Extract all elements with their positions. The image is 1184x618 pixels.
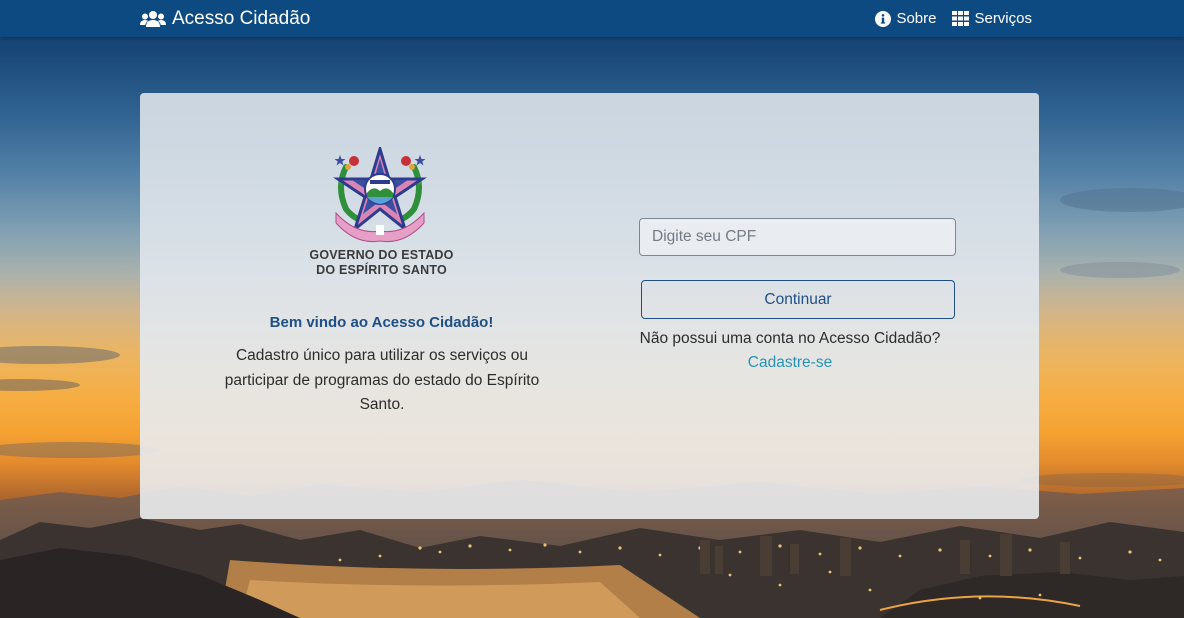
welcome-heading: Bem vindo ao Acesso Cidadão! <box>269 314 494 331</box>
nav-link-label: Sobre <box>896 10 937 27</box>
brand-link[interactable]: Acesso Cidadão <box>140 0 310 37</box>
cpf-input[interactable] <box>639 218 956 256</box>
welcome-description: Cadastro único para utilizar os serviços… <box>224 347 540 413</box>
nav-link-sobre[interactable]: Sobre <box>875 10 936 27</box>
users-icon <box>140 10 166 28</box>
info-circle-icon <box>875 10 892 27</box>
signup-link[interactable]: Cadastre-se <box>620 354 960 372</box>
seal-caption-line2: DO ESPÍRITO SANTO <box>316 263 447 277</box>
top-navbar: Acesso Cidadão Sobre Serviços <box>0 0 1184 37</box>
nav-link-label: Serviços <box>974 10 1032 27</box>
seal-caption: GOVERNO DO ESTADO DO ESPÍRITO SANTO <box>140 248 623 278</box>
nav-links: Sobre Serviços <box>875 0 1032 37</box>
state-seal-logo <box>332 143 428 247</box>
continue-button[interactable]: Continuar <box>641 280 955 319</box>
seal-caption-line1: GOVERNO DO ESTADO <box>309 248 454 262</box>
no-account-text: Não possui uma conta no Acesso Cidadão? <box>639 330 941 347</box>
brand-title: Acesso Cidadão <box>172 7 311 29</box>
login-card: GOVERNO DO ESTADO DO ESPÍRITO SANTO Bem … <box>140 93 1039 519</box>
nav-link-servicos[interactable]: Serviços <box>952 10 1032 27</box>
grid-icon <box>952 11 970 26</box>
welcome-panel: GOVERNO DO ESTADO DO ESPÍRITO SANTO Bem … <box>140 93 623 519</box>
